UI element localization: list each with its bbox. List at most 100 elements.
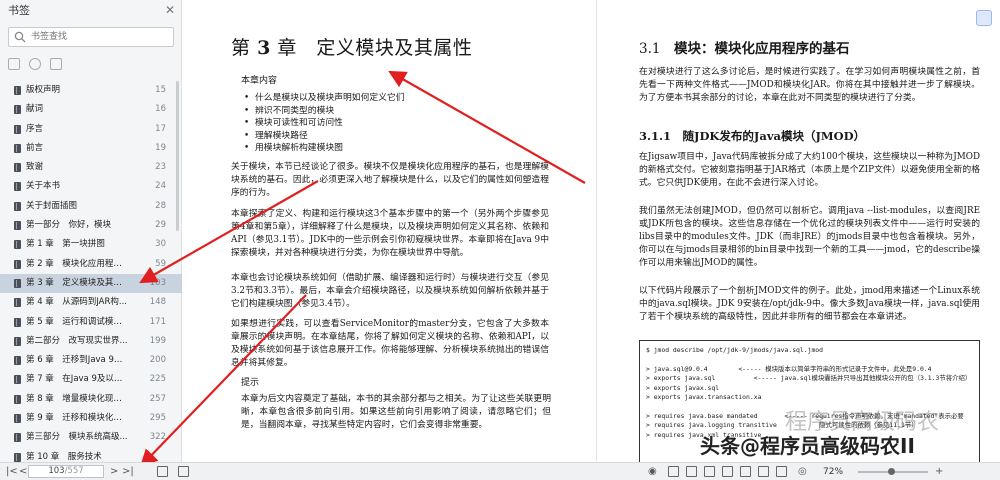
bookmark-label: 第 5 章 运行和调试模块... [26,316,128,327]
bookmark-icon [14,317,21,327]
fit-width-icon[interactable] [740,466,751,477]
chapter-contents-label: 本章内容 [241,76,278,86]
paragraph: 本章探索了定义、构建和运行模块这3个基本步骤中的第一个（另外两个步骤参见第4章和… [231,209,549,258]
bookmark-label: 关于封面插图 [26,200,78,211]
bookmark-icon [14,201,21,211]
bookmark-item[interactable]: 第三部分 模块系统高级... 322 [0,428,182,447]
search-icon [14,31,26,43]
bookmark-icon [14,356,21,366]
bookmark-icon [14,143,21,153]
bookmark-icon [14,86,21,95]
bookmark-icon [14,278,21,288]
bookmark-item[interactable]: 第 6 章 迁移到Java 9及... 200 [0,351,182,370]
previous-page-icon[interactable]: < [19,465,27,479]
bookmark-item[interactable]: 第 5 章 运行和调试模块... 171 [0,313,182,332]
bookmark-label: 版权声明 [26,85,61,95]
book-view-icon[interactable] [722,466,733,477]
contents-bullet: 什么是模块以及模块声明如何定义它们 [244,92,405,105]
bookmark-item[interactable]: 前言 19 [0,139,182,158]
fit-page-icon[interactable] [758,466,769,477]
bookmark-item[interactable]: 第 7 章 在Java 9及以上... 225 [0,370,182,389]
zoom-slider[interactable] [858,468,928,475]
bookmark-page-number: 200 [149,355,166,366]
contents-bullet: 理解模块路径 [244,130,405,143]
fullscreen-icon[interactable] [776,466,787,477]
zoom-in-icon[interactable]: + [935,465,943,479]
delete-bookmark-icon[interactable] [50,58,62,70]
paragraph: 在Jigsaw项目中，Java代码库被拆分成了大约100个模块，这些模块以一种称… [639,152,980,188]
zoom-out-icon[interactable]: ◎ [798,465,807,479]
paragraph: 本章为后文内容奠定了基础，本书的其余部分都与之相关。为了让这些关联更明晰，本章包… [241,394,551,430]
rotate-left-icon[interactable] [157,466,168,477]
sidebar-scrollbar[interactable] [176,81,179,231]
bookmark-label: 第 4 章 从源码到JAR构... [26,297,127,308]
chapter-contents-list: 什么是模块以及模块声明如何定义它们辨识不同类型的模块模块可读性和可访问性理解模块… [244,92,405,155]
bookmark-label: 第 3 章 定义模块及其属性 [26,277,128,288]
bookmark-item[interactable]: 致谢 23 [0,158,182,177]
bookmark-list: 版权声明 15 献词 16 序言 17 前言 19 致谢 23 关于本书 24 关于封面插图 28 第一部分… [0,81,182,467]
bookmark-page-number: 295 [149,413,166,424]
bookmark-icon [14,336,21,346]
bookmark-item[interactable]: 第 1 章 第一块拼图 30 [0,235,182,254]
zoom-slider-handle[interactable] [888,468,895,475]
single-page-icon[interactable] [668,466,679,477]
bookmark-icon [14,375,21,385]
bookmark-item[interactable]: 第 2 章 模块化应用程序... 59 [0,255,182,274]
bookmark-item[interactable]: 第一部分 你好，模块 29 [0,216,182,235]
bookmark-item[interactable]: 第 4 章 从源码到JAR构... 148 [0,293,182,312]
bookmark-item[interactable]: 关于本书 24 [0,177,182,196]
bookmark-page-number: 19 [155,142,166,153]
paragraph: 以下代码片段展示了一个剖析JMOD文件的例子。此处，jmod用来描述一个Linu… [639,286,980,322]
paragraph: 我们虽然无法创建JMOD，但仍然可以剖析它。调用java --list-modu… [639,206,980,268]
bookmark-page-number: 148 [149,297,166,308]
contents-bullet: 辨识不同类型的模块 [244,105,405,118]
search-input[interactable] [31,30,167,44]
next-page-icon[interactable]: > [110,465,118,479]
continuous-page-icon[interactable] [704,466,715,477]
bookmark-item[interactable]: 第 8 章 增量模块化现有... 257 [0,390,182,409]
bookmark-icon [14,182,21,192]
bookmark-toolbar [8,55,71,70]
section-title: 3.1 模块：模块化应用程序的基石 [639,41,850,57]
bookmark-icon [14,298,21,308]
bookmark-item[interactable]: 关于封面插图 28 [0,197,182,216]
bookmark-item[interactable]: 版权声明 15 [0,81,182,100]
bookmark-item[interactable]: 献词 16 [0,100,182,119]
close-icon[interactable]: ✕ [165,3,175,17]
bookmark-icon [14,414,21,424]
rotate-right-icon[interactable] [178,466,189,477]
add-bookmark-icon[interactable] [8,58,20,70]
bookmark-page-number: 28 [155,200,166,211]
pdf-reader-window: 书签 ✕ 版权声明 15 献词 16 序言 17 前言 19 致谢 23 关于本书 24 关于封面插图 2… [0,0,1000,480]
bookmark-search-box[interactable] [8,27,174,47]
double-page-icon[interactable] [686,466,697,477]
page-number-input[interactable]: 103/557 [28,465,104,478]
bookmark-label: 第 2 章 模块化应用程序... [26,258,128,269]
bookmark-item[interactable]: 序言 17 [0,120,182,139]
bookmark-label: 前言 [26,142,44,153]
bookmark-page-number: 103 [149,277,166,288]
first-page-icon[interactable]: |< [6,465,18,479]
bottom-toolbar: |< < 103/557 > >| ◉ ◎ 72% + [0,462,1000,480]
bookmark-label: 第 6 章 迁移到Java 9及... [26,355,128,366]
bookmark-page-number: 322 [149,432,166,443]
bookmark-page-number: 171 [149,316,166,327]
bookmark-page-number: 59 [155,258,166,269]
bookmark-page-number: 17 [155,123,166,134]
bookmark-item[interactable]: 第二部分 改写现实世界... 199 [0,332,182,351]
bookmark-item[interactable]: 第 9 章 迁移和模块化策略 295 [0,409,182,428]
paragraph: 本章也会讨论模块系统如何（借助扩展、编译器和运行时）与模块进行交互（参见3.2节… [231,273,549,309]
page-thumbnail-icon[interactable] [976,10,992,26]
contents-bullet: 模块可读性和可访问性 [244,117,405,130]
eye-icon[interactable]: ◉ [648,465,657,479]
bookmark-label: 第一部分 你好，模块 [26,220,112,231]
document-page-right: 3.1 模块：模块化应用程序的基石 在对模块进行了这么多讨论后，是时候进行实践了… [596,0,1000,462]
last-page-icon[interactable]: >| [122,465,134,479]
bookmark-label: 关于本书 [26,181,61,192]
bookmark-label: 致谢 [26,162,44,173]
expand-bookmark-icon[interactable] [29,58,41,70]
bookmark-item[interactable]: 第 3 章 定义模块及其属性 103 [0,273,182,294]
bookmark-label: 序言 [26,123,44,134]
bookmark-label: 第 1 章 第一块拼图 [26,239,105,250]
chapter-title: 第 3 章 定义模块及其属性 [231,37,473,59]
